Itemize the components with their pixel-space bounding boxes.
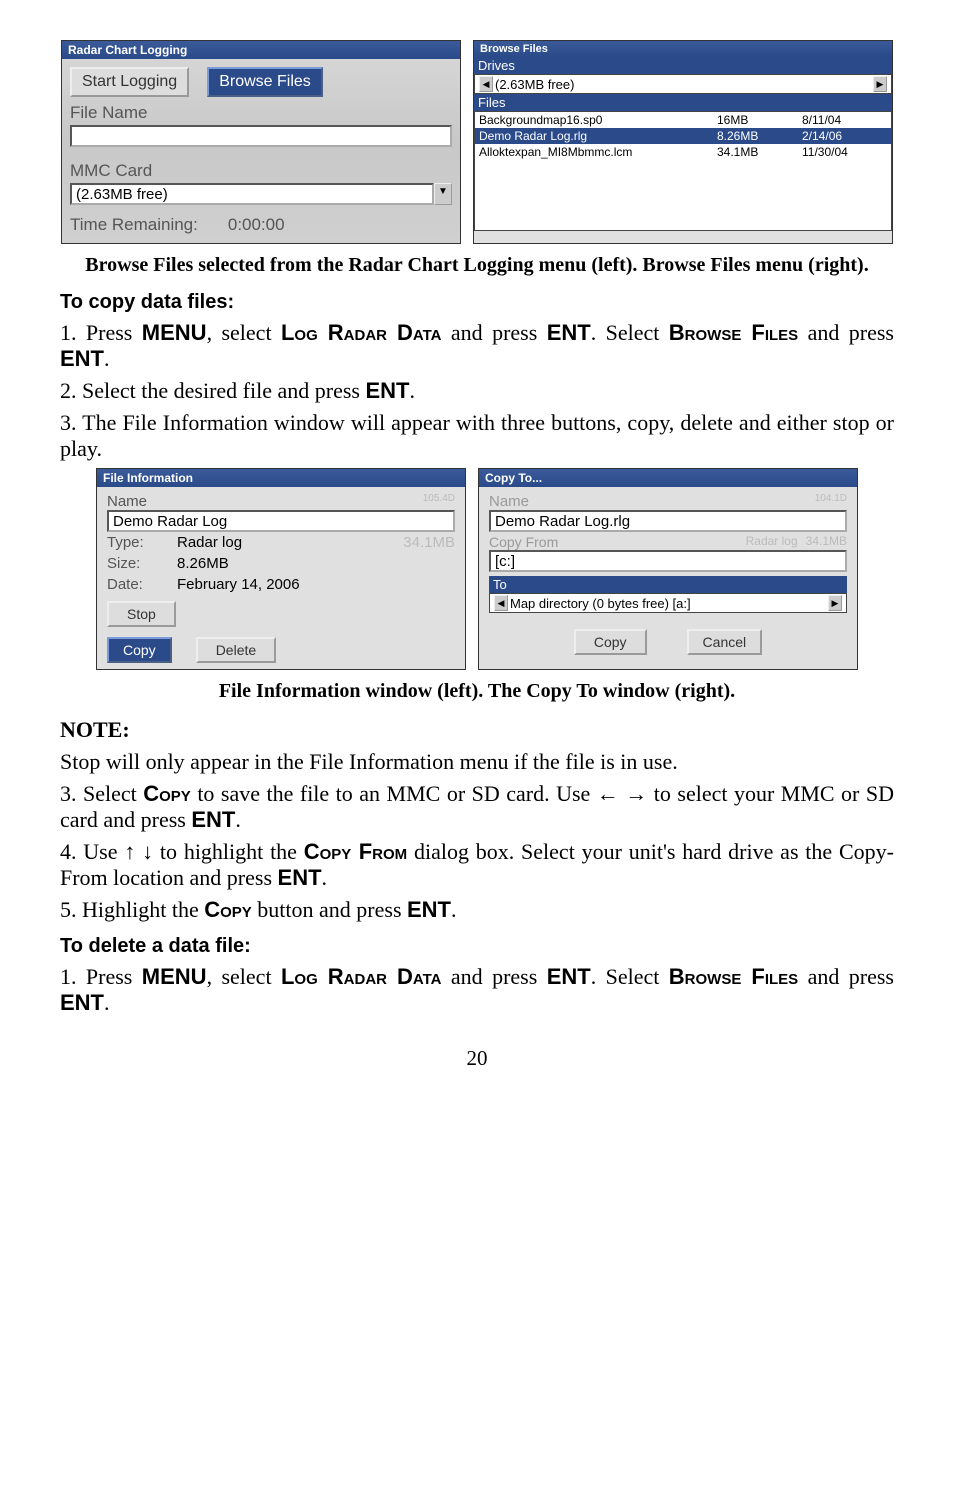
file-name-label: File Name <box>70 103 452 123</box>
date-value: February 14, 2006 <box>177 576 300 593</box>
step-4: 4. Use ↑ ↓ to highlight the Copy From di… <box>60 839 894 891</box>
copy-button[interactable]: Copy <box>574 629 647 655</box>
copy-from-field[interactable]: [c:] <box>489 550 847 572</box>
files-header: Files <box>474 94 892 111</box>
copy-button[interactable]: Copy <box>107 637 172 663</box>
drives-field[interactable]: ◀ (2.63MB free) ▶ <box>474 74 892 94</box>
note-heading: NOTE: <box>60 717 894 743</box>
type-label: Type: <box>107 534 177 551</box>
note-body: Stop will only appear in the File Inform… <box>60 749 894 775</box>
cancel-button[interactable]: Cancel <box>687 629 763 655</box>
time-remaining-label: Time Remaining: <box>70 215 198 235</box>
file-list[interactable]: Backgroundmap16.sp0 16MB 8/11/04 Demo Ra… <box>474 111 892 231</box>
radar-chart-logging-window: Radar Chart Logging Start Logging Browse… <box>61 40 461 244</box>
date-label: Date: <box>107 576 177 593</box>
file-information-window: File Information Name 105.4D Demo Radar … <box>96 468 466 670</box>
step-3b: 3. Select Copy to save the file to an MM… <box>60 781 894 833</box>
to-field[interactable]: ◀ Map directory (0 bytes free) [a:] ▶ <box>489 593 847 613</box>
size-label: Size: <box>107 555 177 572</box>
type-value: Radar log <box>177 534 403 551</box>
heading-delete-data: To delete a data file: <box>60 935 894 958</box>
start-logging-button[interactable]: Start Logging <box>70 67 189 97</box>
name-label: Name <box>489 493 529 510</box>
step-3: 3. The File Information window will appe… <box>60 410 894 462</box>
window-title: File Information <box>97 469 465 487</box>
window-title: Browse Files <box>474 41 892 57</box>
delete-button[interactable]: Delete <box>196 637 276 663</box>
scroll-left-icon[interactable]: ◀ <box>479 76 493 92</box>
table-row[interactable]: Demo Radar Log.rlg 8.26MB 2/14/06 <box>475 128 891 144</box>
scroll-right-icon[interactable]: ▶ <box>873 76 887 92</box>
name-label: Name <box>107 493 147 510</box>
table-row[interactable]: Backgroundmap16.sp0 16MB 8/11/04 <box>475 112 891 128</box>
size-value: 8.26MB <box>177 555 229 572</box>
window-title: Radar Chart Logging <box>62 41 460 59</box>
caption: File Information window (left). The Copy… <box>60 680 894 703</box>
step-2: 2. Select the desired file and press ENT… <box>60 378 894 404</box>
step-5: 5. Highlight the Copy button and press E… <box>60 897 894 923</box>
scroll-left-icon[interactable]: ◀ <box>494 595 508 611</box>
step-1: 1. Press MENU, select Log Radar Data and… <box>60 320 894 372</box>
mmc-card-label: MMC Card <box>70 161 452 181</box>
copy-to-window: Copy To... Name 104.1D Demo Radar Log.rl… <box>478 468 858 670</box>
scroll-right-icon[interactable]: ▶ <box>828 595 842 611</box>
delete-step-1: 1. Press MENU, select Log Radar Data and… <box>60 964 894 1016</box>
to-header: To <box>489 576 847 593</box>
heading-copy-data: To copy data files: <box>60 291 894 314</box>
browse-files-window: Browse Files Drives ◀ (2.63MB free) ▶ Fi… <box>473 40 893 244</box>
copy-from-label: Copy From <box>489 534 746 550</box>
stop-button[interactable]: Stop <box>107 601 176 627</box>
chevron-down-icon[interactable]: ▼ <box>434 183 452 205</box>
table-row[interactable]: Alloktexpan_MI8Mbmmc.lcm 34.1MB 11/30/04 <box>475 144 891 160</box>
window-title: Copy To... <box>479 469 857 487</box>
time-remaining-value: 0:00:00 <box>228 215 285 235</box>
name-field[interactable]: Demo Radar Log.rlg <box>489 510 847 532</box>
drives-header: Drives <box>474 57 892 74</box>
mmc-dropdown[interactable]: (2.63MB free) <box>70 183 434 205</box>
file-name-field[interactable] <box>70 125 452 147</box>
caption: Browse Files selected from the Radar Cha… <box>60 254 894 277</box>
name-field[interactable]: Demo Radar Log <box>107 510 455 532</box>
browse-files-button[interactable]: Browse Files <box>207 67 323 97</box>
page-number: 20 <box>60 1046 894 1071</box>
